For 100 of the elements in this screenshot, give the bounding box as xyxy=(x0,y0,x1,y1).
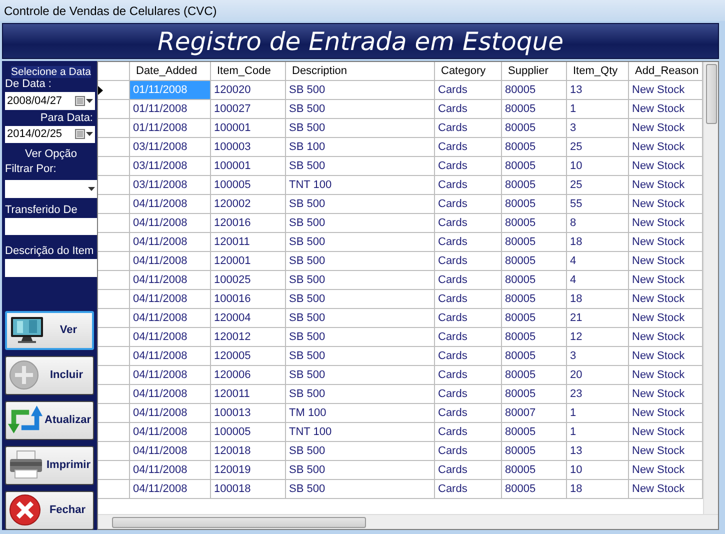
table-cell: 120020 xyxy=(211,81,286,100)
table-cell: Cards xyxy=(435,195,502,214)
table-cell: 100013 xyxy=(211,404,286,423)
table-cell: Cards xyxy=(435,347,502,366)
window-title: Controle de Vendas de Celulares (CVC) xyxy=(4,4,217,18)
column-header[interactable]: Description xyxy=(286,62,435,81)
table-cell: SB 500 xyxy=(286,119,435,138)
column-header[interactable]: Item_Code xyxy=(211,62,286,81)
table-cell: 04/11/2008 xyxy=(130,290,211,309)
transfer-label: Transferido De xyxy=(5,204,78,216)
description-label: Descrição do Item xyxy=(5,245,95,258)
table-cell: 01/11/2008 xyxy=(130,81,211,100)
table-cell: 80005 xyxy=(502,423,567,442)
table-cell: 18 xyxy=(567,290,629,309)
column-header[interactable]: Date_Added xyxy=(130,62,211,81)
table-cell: Cards xyxy=(435,290,502,309)
table-cell: 120006 xyxy=(211,366,286,385)
table-cell: 04/11/2008 xyxy=(130,195,211,214)
table-cell: 04/11/2008 xyxy=(130,480,211,499)
table-cell: 100016 xyxy=(211,290,286,309)
table-cell: SB 500 xyxy=(286,157,435,176)
table-cell: Cards xyxy=(435,100,502,119)
table-cell: 8 xyxy=(567,214,629,233)
table-cell: 10 xyxy=(567,157,629,176)
view-options-heading: Ver Opção xyxy=(24,148,78,160)
table-cell: 80005 xyxy=(502,100,567,119)
from-date-label: De Data : xyxy=(5,78,52,90)
date-picker[interactable]: 2014/02/25 xyxy=(5,126,95,144)
column-header[interactable]: Add_Reason xyxy=(629,62,703,81)
column-header[interactable]: Category xyxy=(435,62,502,81)
table-cell: 80005 xyxy=(502,347,567,366)
table-cell: 13 xyxy=(567,81,629,100)
table-cell: 120019 xyxy=(211,461,286,480)
table-cell: 80005 xyxy=(502,138,567,157)
table-cell: TNT 100 xyxy=(286,176,435,195)
table-cell: 10 xyxy=(567,461,629,480)
banner-title: Registro de Entrada em Estoque xyxy=(158,26,564,56)
table-cell: 04/11/2008 xyxy=(130,347,211,366)
action-button[interactable]: Atualizar xyxy=(5,400,94,440)
table-cell: 100018 xyxy=(211,480,286,499)
table-cell: SB 500 xyxy=(286,81,435,100)
table-cell: 80005 xyxy=(502,290,567,309)
table-cell: 04/11/2008 xyxy=(130,366,211,385)
table-cell: 04/11/2008 xyxy=(130,404,211,423)
table-cell: 04/11/2008 xyxy=(130,271,211,290)
table-cell: 21 xyxy=(567,309,629,328)
table-cell: SB 500 xyxy=(286,442,435,461)
table-cell: 80005 xyxy=(502,442,567,461)
date-picker[interactable]: 2008/04/27 xyxy=(5,92,95,110)
table-cell: 80005 xyxy=(502,461,567,480)
table-cell: SB 100 xyxy=(286,138,435,157)
table-cell: SB 500 xyxy=(286,195,435,214)
table-cell: 100001 xyxy=(211,157,286,176)
table-cell: Cards xyxy=(435,404,502,423)
table-cell: TM 100 xyxy=(286,404,435,423)
table-cell: Cards xyxy=(435,442,502,461)
table-cell: 120011 xyxy=(211,385,286,404)
table-cell: Cards xyxy=(435,157,502,176)
table-cell: SB 500 xyxy=(286,309,435,328)
table-cell: 12 xyxy=(567,328,629,347)
table-cell: 80005 xyxy=(502,252,567,271)
table-cell: 4 xyxy=(567,252,629,271)
table-cell: SB 500 xyxy=(286,271,435,290)
table-cell: 18 xyxy=(567,233,629,252)
table-cell: 13 xyxy=(567,442,629,461)
table-cell: SB 500 xyxy=(286,100,435,119)
action-button[interactable]: Imprimir xyxy=(5,446,94,485)
action-button[interactable]: Incluir xyxy=(5,356,94,395)
table-cell: Cards xyxy=(435,81,502,100)
column-header[interactable]: Item_Qty xyxy=(567,62,629,81)
table-cell: 01/11/2008 xyxy=(130,100,211,119)
table-cell: 80007 xyxy=(502,404,567,423)
table-cell: 120002 xyxy=(211,195,286,214)
table-cell: Cards xyxy=(435,423,502,442)
table-cell: 120012 xyxy=(211,328,286,347)
table-cell: 20 xyxy=(567,366,629,385)
table-cell: 120018 xyxy=(211,442,286,461)
table-cell: 80005 xyxy=(502,233,567,252)
table-cell: 120016 xyxy=(211,214,286,233)
table-cell: SB 500 xyxy=(286,328,435,347)
column-header[interactable]: Supplier xyxy=(502,62,567,81)
table-cell: SB 500 xyxy=(286,366,435,385)
table-cell: 04/11/2008 xyxy=(130,309,211,328)
action-button[interactable]: Ver xyxy=(5,310,94,350)
table-cell: 100003 xyxy=(211,138,286,157)
table-cell: 120011 xyxy=(211,233,286,252)
table-cell: Cards xyxy=(435,138,502,157)
table-cell: 1 xyxy=(567,100,629,119)
table-cell: 03/11/2008 xyxy=(130,176,211,195)
table-cell: Cards xyxy=(435,461,502,480)
table-cell: 80005 xyxy=(502,176,567,195)
table-cell: 100025 xyxy=(211,271,286,290)
table-cell: SB 500 xyxy=(286,385,435,404)
table-cell: 100005 xyxy=(211,176,286,195)
table-cell: SB 500 xyxy=(286,252,435,271)
table-cell: 100001 xyxy=(211,119,286,138)
table-cell: SB 500 xyxy=(286,480,435,499)
table-cell: 4 xyxy=(567,271,629,290)
table-cell: 80005 xyxy=(502,119,567,138)
action-button[interactable]: Fechar xyxy=(5,490,94,530)
